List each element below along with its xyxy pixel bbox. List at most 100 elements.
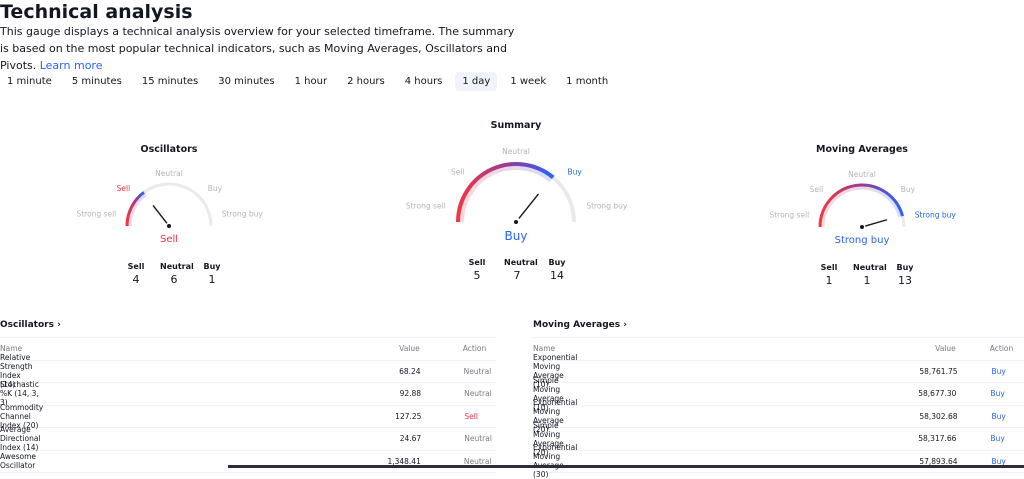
indicator-value: 68.24 [32, 367, 420, 376]
tab-1-day[interactable]: 1 day [455, 72, 497, 91]
table-row: Relative Strength Index (14)68.24Neutral [0, 361, 497, 384]
count-label: Sell [122, 262, 150, 271]
header-name: Name [0, 344, 22, 353]
tab-1-month[interactable]: 1 month [559, 72, 615, 91]
indicator-name: Exponential Moving Average (30) [533, 443, 577, 479]
header-name: Name [533, 344, 555, 353]
count-neutral: Neutral 6 [160, 262, 188, 286]
header-action: Action [420, 344, 497, 353]
count-value: 5 [464, 269, 490, 282]
count-label: Neutral [853, 263, 881, 272]
header-value: Value [555, 344, 956, 353]
count-value: 1 [815, 274, 843, 287]
ma-counts: Sell 1 Neutral 1 Buy 13 [815, 263, 919, 287]
count-value: 1 [853, 274, 881, 287]
tab-1-minute[interactable]: 1 minute [0, 72, 59, 91]
table-header: NameValueAction [0, 338, 497, 361]
sum-counts: Sell 5 Neutral 7 Buy14 [464, 258, 570, 282]
table-title-link[interactable]: Moving Averages › [533, 318, 1024, 338]
indicator-action: Neutral [421, 367, 497, 376]
gauge-label-buy: Buy [901, 185, 916, 194]
osc-gauge-result: Sell [89, 234, 249, 245]
sum-gauge-title: Summary [436, 120, 596, 131]
count-sell: Sell 4 [122, 262, 150, 286]
osc-gauge-title: Oscillators [89, 144, 249, 155]
indicator-value: 24.67 [41, 434, 422, 443]
indicator-action: Buy [958, 367, 1024, 376]
timeframe-tabs: 1 minute 5 minutes 15 minutes 30 minutes 1 h… [0, 72, 621, 91]
gauge-label-neutral: Neutral [155, 169, 183, 178]
count-value: 13 [891, 274, 919, 287]
tab-15-minutes[interactable]: 15 minutes [135, 72, 205, 91]
count-label: Neutral [504, 258, 530, 267]
count-buy: Buy14 [544, 258, 570, 282]
indicator-value: 58,317.66 [564, 434, 957, 443]
table-title-link[interactable]: Oscillators › [0, 318, 497, 338]
tab-2-hours[interactable]: 2 hours [340, 72, 392, 91]
count-value: 4 [122, 273, 150, 286]
gauge-needle [519, 194, 539, 218]
gauge-needle-hub [514, 220, 518, 224]
count-value: 6 [160, 273, 188, 286]
gauge-label-neutral: Neutral [502, 147, 530, 156]
ma-gauge-title: Moving Averages [782, 144, 942, 155]
gauge-track [820, 185, 904, 227]
count-label: Neutral [160, 262, 188, 271]
indicator-value: 58,677.30 [564, 389, 957, 398]
oscillators-table: Oscillators ›NameValueActionRelative Str… [0, 318, 497, 473]
gauge-label-strong-sell: Strong sell [406, 202, 446, 211]
table-row: Exponential Moving Average (20)58,302.68… [533, 406, 1024, 429]
gauge-needle-hub [860, 225, 864, 229]
indicator-name: Average Directional Index (14) [0, 425, 41, 452]
gauge-label-strong-sell: Strong sell [76, 210, 116, 219]
table-row: Simple Moving Average (20)58,317.66Buy [533, 428, 1024, 451]
indicator-action: Buy [956, 434, 1024, 443]
tab-1-week[interactable]: 1 week [503, 72, 553, 91]
gauge-needle-hub [167, 224, 171, 228]
ma-gauge-result: Strong buy [782, 235, 942, 246]
count-sell: Sell 1 [815, 263, 843, 287]
gauge-label-strong-buy: Strong buy [222, 210, 264, 219]
gauge-label-strong-buy: Strong buy [915, 211, 957, 220]
count-label: Buy [198, 262, 226, 271]
indicator-value: 58,302.68 [577, 412, 957, 421]
gauge-track [458, 164, 574, 222]
gauge-label-sell: Sell [810, 185, 824, 194]
count-label: Sell [815, 263, 843, 272]
count-value: 7 [504, 269, 530, 282]
indicator-action: Neutral [421, 389, 497, 398]
table-row: Simple Moving Average (10)58,677.30Buy [533, 383, 1024, 406]
count-buy: Buy 13 [891, 263, 919, 287]
count-value: 1 [198, 273, 226, 286]
count-label: Buy [891, 263, 919, 272]
table-row: Average Directional Index (14)24.67Neutr… [0, 428, 497, 451]
tab-5-minutes[interactable]: 5 minutes [65, 72, 129, 91]
gauge-needle [153, 205, 167, 223]
ma-gauge: Strong sellSellNeutralBuyStrong buy [0, 0, 1, 1]
learn-more-link[interactable]: Learn more [40, 59, 103, 72]
gauge-needle [865, 220, 887, 226]
gauge-label-strong-buy: Strong buy [586, 202, 628, 211]
count-buy: Buy 1 [198, 262, 226, 286]
gauge-fill-arc [820, 185, 903, 227]
table-row: Exponential Moving Average (30)57,893.64… [533, 451, 1024, 474]
tab-4-hours[interactable]: 4 hours [398, 72, 450, 91]
indicator-action: Sell [421, 412, 497, 421]
indicator-value: 127.25 [43, 412, 421, 421]
count-label: Sell [464, 258, 490, 267]
tab-30-minutes[interactable]: 30 minutes [211, 72, 281, 91]
header-action: Action [956, 344, 1024, 353]
table-row: Awesome Oscillator1,348.41Neutral [0, 451, 497, 474]
table-row: Commodity Channel Index (20)127.25Sell [0, 406, 497, 429]
count-neutral: Neutral 1 [853, 263, 881, 287]
description: This gauge displays a technical analysis… [0, 23, 520, 74]
header-value: Value [22, 344, 420, 353]
table-header: NameValueAction [533, 338, 1024, 361]
tab-1-hour[interactable]: 1 hour [288, 72, 334, 91]
gauge-label-neutral: Neutral [848, 170, 876, 179]
count-sell: Sell 5 [464, 258, 490, 282]
gauge-label-strong-sell: Strong sell [769, 211, 809, 220]
count-label: Buy [544, 258, 570, 267]
indicator-action: Neutral [421, 434, 497, 443]
gauge-label-buy: Buy [567, 168, 582, 177]
